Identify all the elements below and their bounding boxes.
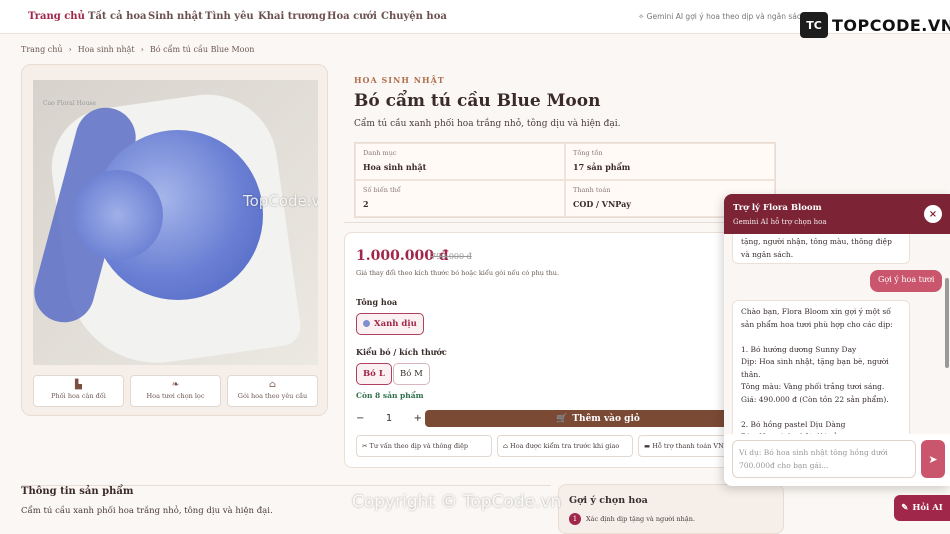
meta-variants: Số biến thể 2 <box>355 180 565 217</box>
home-icon: ⌂ <box>269 380 276 390</box>
nav-home[interactable]: Trang chủ <box>28 11 85 22</box>
suggestion-row: 1 Xác định dịp tặng và người nhận. <box>569 513 695 525</box>
sparkle-icon: ✧ <box>638 12 647 21</box>
product-meta: Danh mục Hoa sinh nhật Tồng tồn 17 sản phẩ… <box>354 142 776 218</box>
nav-all-flowers[interactable]: Tất cả hoa <box>88 11 147 22</box>
chevron-right-icon: › <box>68 45 72 54</box>
old-price: 790.000 đ <box>431 252 472 261</box>
tone-label: Tông hoa <box>356 297 398 307</box>
nav-love[interactable]: Tình yêu <box>205 11 254 22</box>
meta-value: 2 <box>363 199 369 209</box>
magic-wand-icon: ✎ <box>901 503 909 513</box>
meta-category: Danh mục Hoa sinh nhật <box>355 143 565 180</box>
home-icon: ⌂ <box>503 442 511 450</box>
chat-header: Trợ lý Flora Bloom Gemini AI hỗ trợ chọn… <box>724 194 950 234</box>
product-gallery: Cao Floral House TopCode.vn ▙ Phối hoa câ… <box>21 64 328 416</box>
thumb-label: Phối hoa cân đối <box>51 392 106 400</box>
logo-mark: TC <box>800 12 828 38</box>
breadcrumb-category[interactable]: Hoa sinh nhật <box>78 45 135 54</box>
suggestion-text: Xác định dịp tặng và người nhận. <box>586 515 695 523</box>
send-button[interactable]: ➤ <box>921 440 945 478</box>
nav-birthday[interactable]: Sinh nhật <box>148 11 203 22</box>
purchase-box: 1.000.000 đ 790.000 đ Giá thay đổi theo … <box>344 232 776 468</box>
topcode-logo: TC TOPCODE.VN <box>800 11 950 39</box>
chat-messages[interactable]: tặng, người nhận, tông màu, thông điệp v… <box>724 234 950 434</box>
send-icon: ➤ <box>928 452 938 466</box>
tools-icon: ✂ <box>362 442 370 450</box>
user-message: Gợi ý hoa tươi <box>870 270 943 292</box>
nav-ai-hint: ✧ Gemini AI gợi ý hoa theo dịp và ngân s… <box>638 12 806 21</box>
nav-opening[interactable]: Khai trương <box>258 11 326 22</box>
feature-thumbs: ▙ Phối hoa cân đối ❧ Hoa tươi chọn lọc ⌂ Gó… <box>33 375 318 407</box>
product-title: Bó cẩm tú cầu Blue Moon <box>354 91 601 111</box>
meta-value: Hoa sinh nhật <box>363 162 427 172</box>
meta-key: Thanh toán <box>573 186 611 194</box>
ask-ai-label: Hỏi AI <box>912 503 943 513</box>
layout-icon: ▙ <box>75 380 82 390</box>
minus-button[interactable]: − <box>356 413 364 424</box>
card-icon: ▬ <box>644 442 653 450</box>
quantity-value[interactable]: 1 <box>386 413 392 424</box>
feature-label: Hoa được kiểm tra trước khi giao <box>510 442 620 450</box>
add-to-cart-button[interactable]: 🛒 Thêm vào giỏ <box>425 410 771 427</box>
size-label: Kiểu bó / kích thước <box>356 347 447 357</box>
bot-message: Chào bạn, Flora Bloom xin gợi ý một số s… <box>732 300 910 434</box>
ai-chat-panel: Trợ lý Flora Bloom Gemini AI hỗ trợ chọn… <box>724 194 950 486</box>
feature-quality: ⌂ Hoa được kiểm tra trước khi giao <box>497 435 633 457</box>
tone-value: Xanh dịu <box>374 319 417 329</box>
thumb-label: Gói hoa theo yêu cầu <box>237 392 308 400</box>
nav-flower-stories[interactable]: Chuyện hoa <box>381 11 447 22</box>
chat-title: Trợ lý Flora Bloom <box>733 203 822 213</box>
product-description: Cẩm tú cầu xanh phối hoa trắng nhỏ, tông… <box>354 119 621 129</box>
cart-icon: 🛒 <box>556 413 568 424</box>
ask-ai-button[interactable]: ✎ Hỏi AI <box>894 495 950 521</box>
chat-input[interactable]: Ví dụ: Bó hoa sinh nhật tông hồng dưới 7… <box>732 440 916 478</box>
size-option-m[interactable]: Bó M <box>393 363 430 385</box>
bot-message: tặng, người nhận, tông màu, thông điệp v… <box>732 234 910 264</box>
watermark: TopCode.vn <box>243 192 318 210</box>
chat-subtitle: Gemini AI hỗ trợ chọn hoa <box>733 218 827 226</box>
meta-key: Tồng tồn <box>573 149 603 157</box>
feature-label: Tư vấn theo dịp và thông điệp <box>369 442 469 450</box>
suggestion-card: Gợi ý chọn hoa 1 Xác định dịp tặng và ngư… <box>558 484 784 534</box>
meta-key: Số biến thể <box>363 186 401 194</box>
suggestion-title: Gợi ý chọn hoa <box>569 495 648 506</box>
copyright-watermark: Copyright © TopCode.vn <box>352 492 562 512</box>
color-dot-icon <box>363 320 370 327</box>
add-to-cart-label: Thêm vào giỏ <box>572 413 640 424</box>
thumb-fresh[interactable]: ❧ Hoa tươi chọn lọc <box>130 375 221 407</box>
close-icon[interactable]: × <box>924 205 942 223</box>
meta-stock: Tồng tồn 17 sản phẩm <box>565 143 775 180</box>
stock-status: Còn 8 sản phẩm <box>356 391 424 400</box>
leaf-icon: ❧ <box>171 380 180 390</box>
feature-consult: ✂ Tư vấn theo dịp và thông điệp <box>356 435 492 457</box>
thumb-balanced[interactable]: ▙ Phối hoa cân đối <box>33 375 124 407</box>
logo-text: TOPCODE.VN <box>832 15 950 35</box>
price-note: Giá thay đổi theo kích thước bó hoặc kiể… <box>356 269 560 277</box>
feature-label: Hỗ trợ thanh toán VNPay <box>652 442 736 450</box>
nav-ai-hint-text: Gemini AI gợi ý hoa theo dịp và ngân sác… <box>646 12 806 21</box>
chevron-right-icon: › <box>140 45 144 54</box>
breadcrumb: Trang chủ › Hoa sinh nhật › Bó cẩm tú cầ… <box>21 45 254 54</box>
tone-option-blue[interactable]: Xanh dịu <box>356 313 424 335</box>
size-option-l[interactable]: Bó L <box>356 363 392 385</box>
shop-brand: Cao Floral House <box>43 100 96 107</box>
product-category: HOA SINH NHẬT <box>354 75 445 85</box>
meta-value: 17 sản phẩm <box>573 162 631 172</box>
hydrangea-blooms-left <box>73 170 163 260</box>
plus-button[interactable]: + <box>414 413 422 424</box>
nav-wedding[interactable]: Hoa cưới <box>327 11 377 22</box>
breadcrumb-current: Bó cẩm tú cầu Blue Moon <box>149 45 255 54</box>
divider <box>344 222 776 223</box>
quantity-stepper: − 1 + <box>356 409 422 427</box>
breadcrumb-home[interactable]: Trang chủ <box>21 45 63 54</box>
product-photo[interactable]: Cao Floral House TopCode.vn <box>33 80 318 365</box>
meta-key: Danh mục <box>363 149 397 157</box>
thumb-custom[interactable]: ⌂ Gói hoa theo yêu cầu <box>227 375 318 407</box>
thumb-label: Hoa tươi chọn lọc <box>146 392 205 400</box>
chat-scrollbar[interactable] <box>945 278 949 368</box>
step-number: 1 <box>569 513 581 525</box>
